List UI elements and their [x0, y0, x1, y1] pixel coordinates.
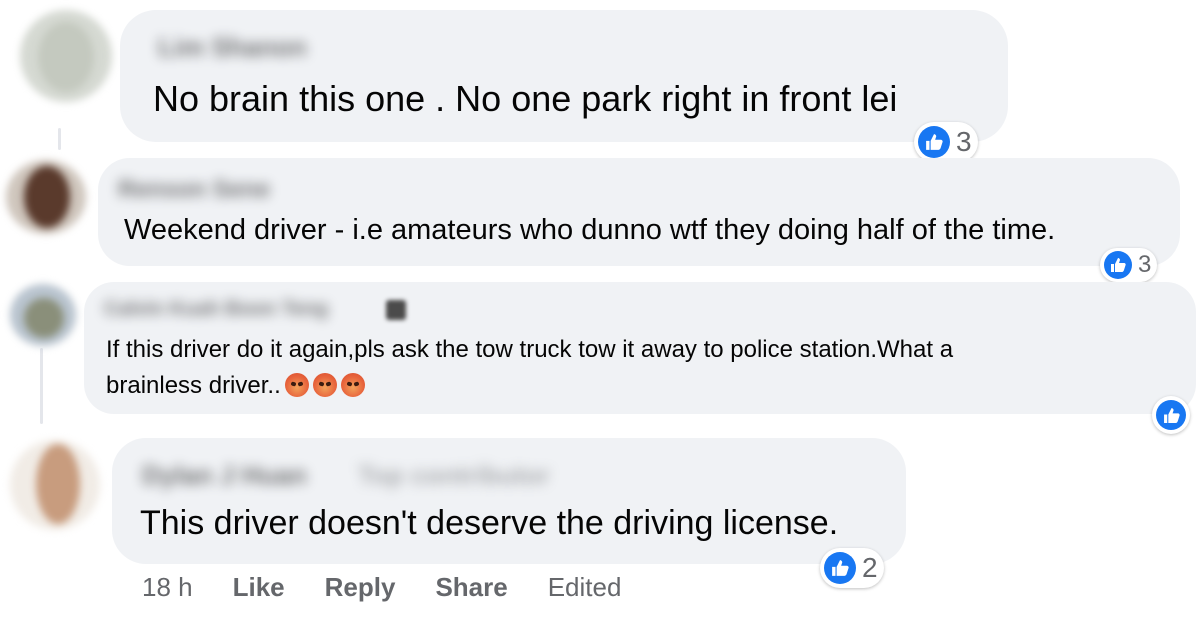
comment-author[interactable]: Calvin Kuah Boon Teng — [104, 298, 328, 321]
like-reaction-icon — [824, 552, 856, 584]
angry-emoji-icon — [340, 372, 365, 397]
thread-line — [40, 348, 43, 424]
like-reaction-icon — [1156, 400, 1186, 430]
share-button[interactable]: Share — [435, 572, 507, 603]
comment-bubble — [112, 438, 906, 564]
angry-emoji-icon — [312, 372, 337, 397]
avatar[interactable] — [20, 10, 112, 102]
like-reaction-icon — [918, 126, 950, 158]
like-reaction-icon — [1104, 251, 1132, 279]
reaction-summary[interactable]: 2 — [820, 548, 884, 588]
reaction-summary[interactable]: 3 — [914, 122, 978, 162]
comment-bubble — [120, 10, 1008, 142]
author-badge-icon — [386, 300, 406, 320]
reaction-summary[interactable] — [1152, 396, 1190, 434]
like-button[interactable]: Like — [233, 572, 285, 603]
comment-bubble — [98, 158, 1180, 266]
reaction-count: 3 — [1138, 251, 1152, 278]
comment-text: Weekend driver - i.e amateurs who dunno … — [124, 214, 1056, 246]
avatar[interactable] — [10, 440, 100, 530]
avatar[interactable] — [6, 160, 86, 234]
reaction-count: 3 — [956, 126, 972, 157]
reply-button[interactable]: Reply — [325, 572, 396, 603]
comment-actions: 18 h Like Reply Share Edited — [142, 572, 661, 603]
top-contributor-badge: Top contributor — [358, 460, 550, 490]
comment-text-line: brainless driver.. — [106, 372, 365, 400]
angry-emoji-icon — [284, 372, 309, 397]
comment-text-line: If this driver do it again,pls ask the t… — [106, 336, 954, 363]
timestamp[interactable]: 18 h — [142, 572, 193, 603]
comment-author[interactable]: Dylan J Huan — [142, 460, 307, 491]
edited-label[interactable]: Edited — [548, 572, 622, 603]
comment-author[interactable]: Lim Shanon — [158, 32, 307, 63]
comment-text: No brain this one . No one park right in… — [153, 78, 898, 119]
avatar[interactable] — [10, 284, 76, 346]
reaction-summary[interactable]: 3 — [1100, 248, 1158, 282]
comment-text: This driver doesn't deserve the driving … — [140, 504, 839, 542]
reaction-count: 2 — [862, 552, 878, 583]
comment-author[interactable]: Renson Sene — [118, 176, 270, 204]
thread-line — [58, 128, 61, 150]
